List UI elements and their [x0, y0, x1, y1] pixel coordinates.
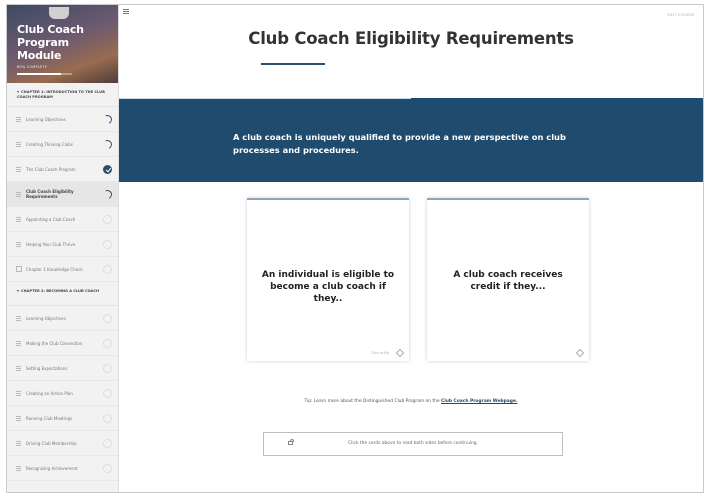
- progress-circle-icon: [103, 314, 112, 323]
- flashcard-credit[interactable]: A club coach receives credit if they...: [427, 198, 589, 361]
- sidebar-lesson-item[interactable]: Creating an Action Plan: [7, 381, 118, 406]
- sidebar-lesson-label: Learning Objectives: [26, 315, 66, 321]
- sidebar-lesson-label: Creating Thriving Clubs: [26, 141, 73, 147]
- course-header: Club Coach Program Module 80% COMPLETE: [7, 5, 118, 83]
- sidebar-lesson-label: Making the Club Connection: [26, 340, 83, 346]
- sidebar-lesson-item[interactable]: Making the Club Connection: [7, 331, 118, 356]
- sidebar-lesson-item[interactable]: Chapter 1 Knowledge Check: [7, 257, 118, 282]
- sidebar-lesson-item[interactable]: Driving Club Membership: [7, 431, 118, 456]
- flashcard-eligibility[interactable]: An individual is eligible to become a cl…: [247, 198, 409, 361]
- sidebar-lesson-item[interactable]: The Club Coach Program: [7, 157, 118, 182]
- sidebar-lesson-label: Appointing a Club Coach: [26, 216, 76, 222]
- sidebar-lesson-label: Recognizing Achievement: [26, 465, 78, 471]
- menu-icon[interactable]: [123, 9, 129, 14]
- sidebar-lesson-label: Creating an Action Plan: [26, 390, 73, 396]
- progress-circle-icon: [101, 113, 114, 126]
- sidebar-lesson-label: Running Club Meetings: [26, 415, 73, 421]
- progress-circle-icon: [103, 265, 112, 274]
- progress-circle-icon: [101, 188, 114, 201]
- sidebar-lesson-item[interactable]: Creating Thriving Clubs: [7, 132, 118, 157]
- lesson-icon: [16, 390, 22, 396]
- flip-icon: [395, 348, 405, 358]
- sidebar-lesson-label: Club Coach Eligibility Requirements: [26, 189, 74, 199]
- lesson-icon: [16, 241, 22, 247]
- progress-label: 80% COMPLETE: [17, 65, 48, 69]
- lesson-icon: [16, 141, 22, 147]
- banner-accent-line: [119, 98, 411, 99]
- sidebar-lesson-label: The Club Coach Program: [26, 166, 76, 172]
- sidebar-lesson-item[interactable]: Recognizing Achievement: [7, 456, 118, 481]
- course-window: Club Coach Program Module 80% COMPLETE ▾…: [6, 4, 704, 493]
- chevron-down-icon: ▾: [17, 288, 20, 293]
- continue-button[interactable]: Click the cards above to read both sides…: [263, 432, 563, 456]
- banner-text: A club coach is uniquely qualified to pr…: [233, 132, 566, 155]
- lesson-icon: [16, 191, 22, 197]
- flashcard-text: A club coach receives credit if they...: [453, 270, 563, 292]
- intro-banner: A club coach is uniquely qualified to pr…: [119, 98, 703, 182]
- sidebar-lesson-item[interactable]: Appointing a Club Coach: [7, 207, 118, 232]
- sidebar-lesson-label: Chapter 1 Knowledge Check: [26, 266, 83, 272]
- course-title: Club Coach Program Module: [17, 23, 84, 62]
- progress-circle-icon: [103, 439, 112, 448]
- chapter-label: CHAPTER 1: INTRODUCTION TO THE CLUB COAC…: [17, 90, 105, 99]
- quiz-icon: [16, 266, 22, 272]
- sidebar: Club Coach Program Module 80% COMPLETE ▾…: [7, 5, 119, 492]
- flip-hint: Click to flip: [371, 351, 389, 355]
- sidebar-lesson-label: Setting Expectations: [26, 365, 68, 371]
- tip-prefix: Tip: Learn more about the Distinguished …: [304, 399, 442, 404]
- lock-icon: [288, 439, 294, 445]
- sidebar-lesson-label: Learning Objectives: [26, 116, 66, 122]
- progress-fill: [17, 73, 61, 75]
- lesson-icon: [16, 315, 22, 321]
- lesson-icon: [16, 340, 22, 346]
- lesson-content: EXIT COURSE Club Coach Eligibility Requi…: [119, 5, 703, 492]
- sidebar-lesson-item[interactable]: Club Coach Eligibility Requirements: [7, 182, 118, 207]
- sidebar-lesson-item[interactable]: Learning Objectives: [7, 306, 118, 331]
- chapter-header[interactable]: ▾ CHAPTER 2: BECOMING A CLUB COACH: [7, 282, 118, 306]
- progress-circle-icon: [103, 364, 112, 373]
- sidebar-lesson-item[interactable]: Helping Your Club Thrive: [7, 232, 118, 257]
- sidebar-lesson-item[interactable]: Learning Objectives: [7, 107, 118, 132]
- chapter-header[interactable]: ▾ CHAPTER 1: INTRODUCTION TO THE CLUB COA…: [7, 83, 118, 107]
- title-divider: [261, 63, 325, 65]
- sidebar-lesson-item[interactable]: Running Club Meetings: [7, 406, 118, 431]
- progress-circle-icon: [103, 215, 112, 224]
- check-circle-icon: [103, 165, 112, 174]
- continue-label: Click the cards above to read both sides…: [348, 441, 478, 446]
- progress-circle-icon: [103, 464, 112, 473]
- lesson-icon: [16, 166, 22, 172]
- progress-circle-icon: [103, 339, 112, 348]
- sidebar-lesson-label: Helping Your Club Thrive: [26, 241, 76, 247]
- sidebar-lesson-label: Driving Club Membership: [26, 440, 77, 446]
- lesson-icon: [16, 216, 22, 222]
- progress-circle-icon: [101, 138, 114, 151]
- lesson-icon: [16, 116, 22, 122]
- lesson-nav: ▾ CHAPTER 1: INTRODUCTION TO THE CLUB COA…: [7, 83, 118, 481]
- flip-icon: [575, 348, 585, 358]
- lesson-icon: [16, 365, 22, 371]
- toastmasters-logo: [49, 7, 69, 19]
- lesson-icon: [16, 440, 22, 446]
- flashcard-text: An individual is eligible to become a cl…: [261, 270, 395, 304]
- page-title: Club Coach Eligibility Requirements: [248, 29, 574, 48]
- chevron-down-icon: ▾: [17, 89, 20, 94]
- progress-bar: [17, 73, 72, 75]
- progress-circle-icon: [103, 414, 112, 423]
- club-coach-webpage-link[interactable]: Club Coach Program Webpage.: [441, 399, 517, 404]
- lesson-icon: [16, 415, 22, 421]
- progress-circle-icon: [103, 389, 112, 398]
- lesson-icon: [16, 465, 22, 471]
- progress-circle-icon: [103, 240, 112, 249]
- exit-course-link[interactable]: EXIT COURSE: [668, 13, 695, 17]
- chapter-label: CHAPTER 2: BECOMING A CLUB COACH: [21, 289, 99, 293]
- sidebar-lesson-item[interactable]: Setting Expectations: [7, 356, 118, 381]
- tip-text: Tip: Learn more about the Distinguished …: [119, 399, 703, 404]
